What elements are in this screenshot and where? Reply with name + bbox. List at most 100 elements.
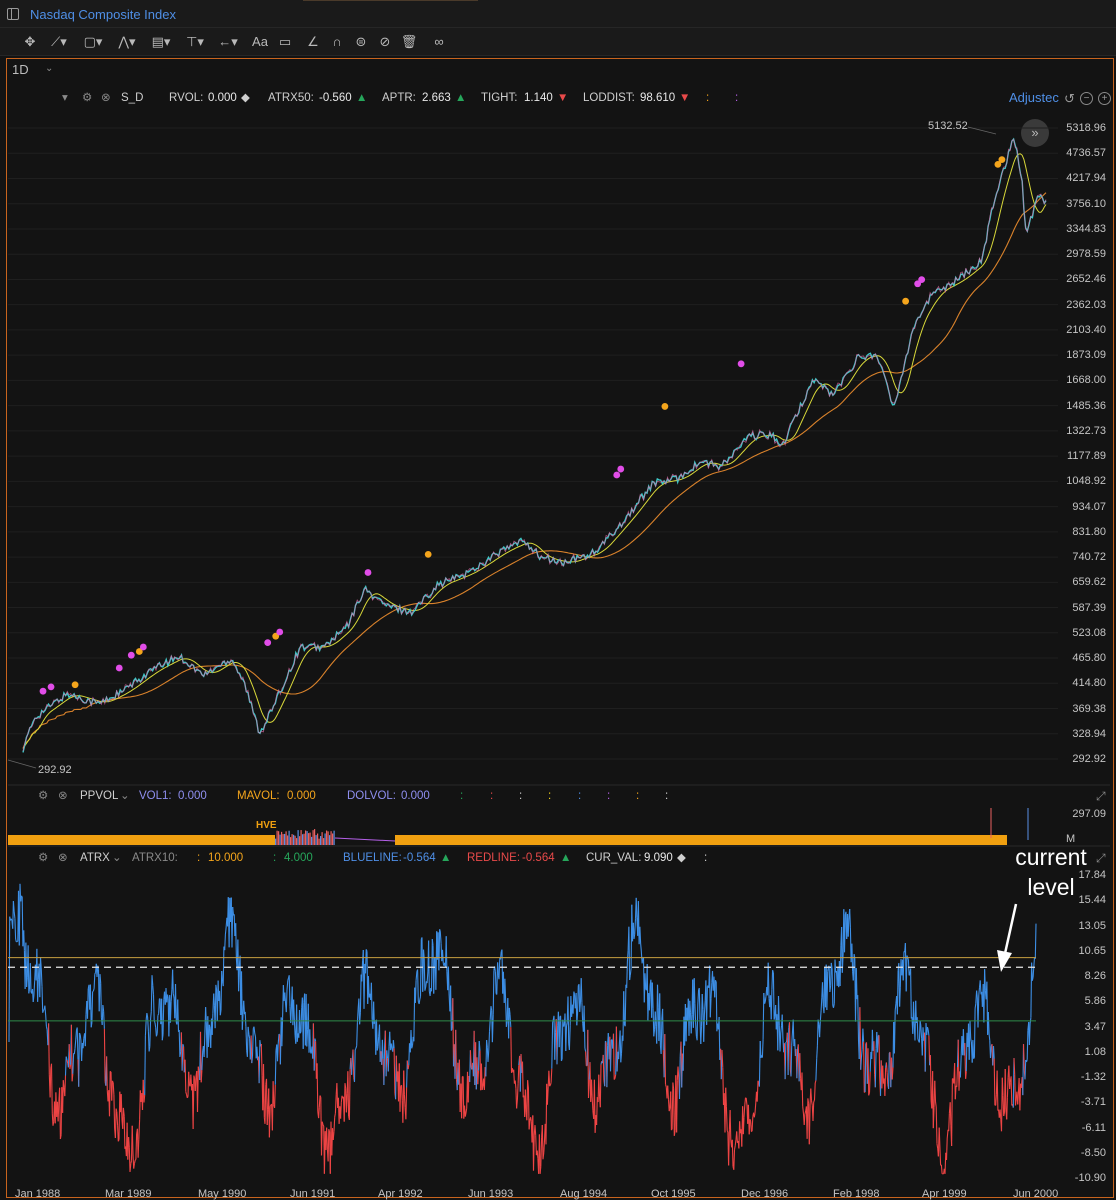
price-axis-tick: 465.80	[1072, 652, 1106, 665]
price-axis-tick: 740.72	[1072, 551, 1106, 564]
atrx-segment	[749, 1118, 752, 1122]
atrx-segment	[780, 1025, 783, 1034]
atrx-segment	[893, 1010, 896, 1054]
atrx-segment	[965, 1071, 967, 1079]
atrx-segment	[75, 1030, 78, 1040]
volume-spike	[311, 836, 313, 845]
atrx-segment	[296, 1004, 298, 1042]
price-axis-tick: 328.94	[1072, 727, 1106, 740]
atrx-segment	[288, 975, 291, 1007]
atrx-segment	[670, 1128, 673, 1131]
atrx-segment	[751, 1116, 754, 1132]
atrx-segment	[551, 1022, 554, 1069]
atrx-segment	[90, 1022, 93, 1028]
atrx-segment	[771, 970, 774, 990]
atrx-segment	[316, 1063, 319, 1112]
price-axis-tick: 414.80	[1072, 677, 1106, 690]
atrx-segment	[48, 1023, 50, 1075]
atrx-segment	[161, 998, 163, 1041]
atrx-segment	[626, 950, 629, 962]
annotation-line2: level	[1027, 874, 1075, 900]
atrx-segment	[521, 1061, 524, 1098]
price-axis-tick: 934.07	[1072, 500, 1106, 513]
chart-canvas[interactable]	[0, 0, 1116, 1200]
time-axis-tick: Jun 1993	[468, 1188, 514, 1200]
atrx-segment	[748, 1119, 751, 1135]
atrx-segment	[700, 1026, 703, 1045]
signal-dot	[424, 550, 432, 558]
atrx-segment	[99, 974, 102, 984]
atrx-segment	[481, 1085, 484, 1090]
atrx-segment	[318, 1107, 320, 1119]
price-axis-tick: 523.08	[1072, 626, 1106, 639]
atrx-segment	[678, 1056, 681, 1100]
atrx-segment	[690, 1014, 693, 1034]
atrx-segment	[896, 970, 899, 1015]
atrx-segment	[192, 1075, 195, 1130]
atrx-segment	[639, 926, 642, 944]
atrx-segment	[326, 1127, 328, 1150]
atrx-segment	[393, 1048, 396, 1094]
atrx-segment	[812, 1101, 815, 1122]
atrx-segment	[514, 1080, 517, 1089]
atrx-segment	[920, 1025, 923, 1039]
atrx-segment	[762, 992, 765, 1040]
atrx-segment	[172, 969, 174, 994]
atrx-segment	[784, 1041, 787, 1080]
time-axis-tick: Apr 1992	[378, 1188, 423, 1200]
atrx-segment	[244, 1011, 247, 1027]
volume-spike	[293, 834, 295, 845]
signal-dot	[661, 403, 669, 410]
atrx-segment	[26, 977, 28, 988]
price-axis-tick: 1668.00	[1066, 374, 1106, 387]
atrx-segment	[347, 1071, 350, 1117]
atrx-segment	[695, 1022, 697, 1037]
atrx-segment	[197, 1066, 200, 1071]
atrx-segment	[536, 1150, 539, 1159]
atrx-segment	[976, 990, 978, 999]
atrx-segment	[743, 1104, 746, 1118]
atrx-segment	[98, 974, 101, 1012]
atrx-segment	[757, 1080, 760, 1083]
volume-spike	[330, 831, 332, 845]
atrx-segment	[703, 1000, 706, 1015]
price-high-label: 5132.52	[928, 120, 968, 132]
atrx-segment	[781, 1014, 784, 1039]
atrx-segment	[710, 982, 713, 999]
volume-spike	[275, 838, 277, 845]
atrx-segment	[193, 1075, 196, 1079]
atrx-segment	[949, 1102, 952, 1126]
atrx-segment	[813, 1099, 816, 1103]
atrx-segment	[550, 1068, 553, 1083]
atrx-segment	[426, 971, 429, 984]
atrx-segment	[750, 1121, 752, 1132]
atrx-segment	[804, 1110, 807, 1115]
atrx-segment	[445, 936, 448, 972]
atrx-segment	[431, 939, 434, 946]
atrx-segment	[231, 906, 234, 948]
price-axis-tick: 2978.59	[1066, 248, 1106, 261]
atrx-segment	[103, 1011, 105, 1029]
atrx-segment	[74, 1039, 77, 1049]
atrx-axis-tick: 8.26	[1084, 970, 1106, 982]
atrx-segment	[654, 1011, 657, 1027]
atrx-segment	[664, 1034, 667, 1085]
atrx-segment	[995, 1094, 997, 1106]
atrx-segment	[876, 1035, 879, 1053]
atrx-segment	[956, 1066, 959, 1087]
atrx-segment	[130, 1160, 133, 1164]
atrx-segment	[69, 1064, 72, 1069]
atrx-segment	[999, 1109, 1002, 1120]
atrx-segment	[430, 939, 433, 992]
atrx-segment	[806, 1098, 809, 1139]
volume-spike	[287, 835, 289, 845]
atrx-segment	[581, 1002, 584, 1024]
signal-dot	[902, 297, 910, 305]
atrx-segment	[703, 1014, 705, 1042]
atrx-segment	[14, 918, 17, 940]
price-axis-tick: 4217.94	[1066, 172, 1106, 185]
atrx-segment	[772, 972, 775, 1020]
atrx-segment	[21, 895, 23, 898]
atrx-axis-tick: -6.11	[1081, 1121, 1106, 1134]
atrx-segment	[447, 966, 450, 995]
